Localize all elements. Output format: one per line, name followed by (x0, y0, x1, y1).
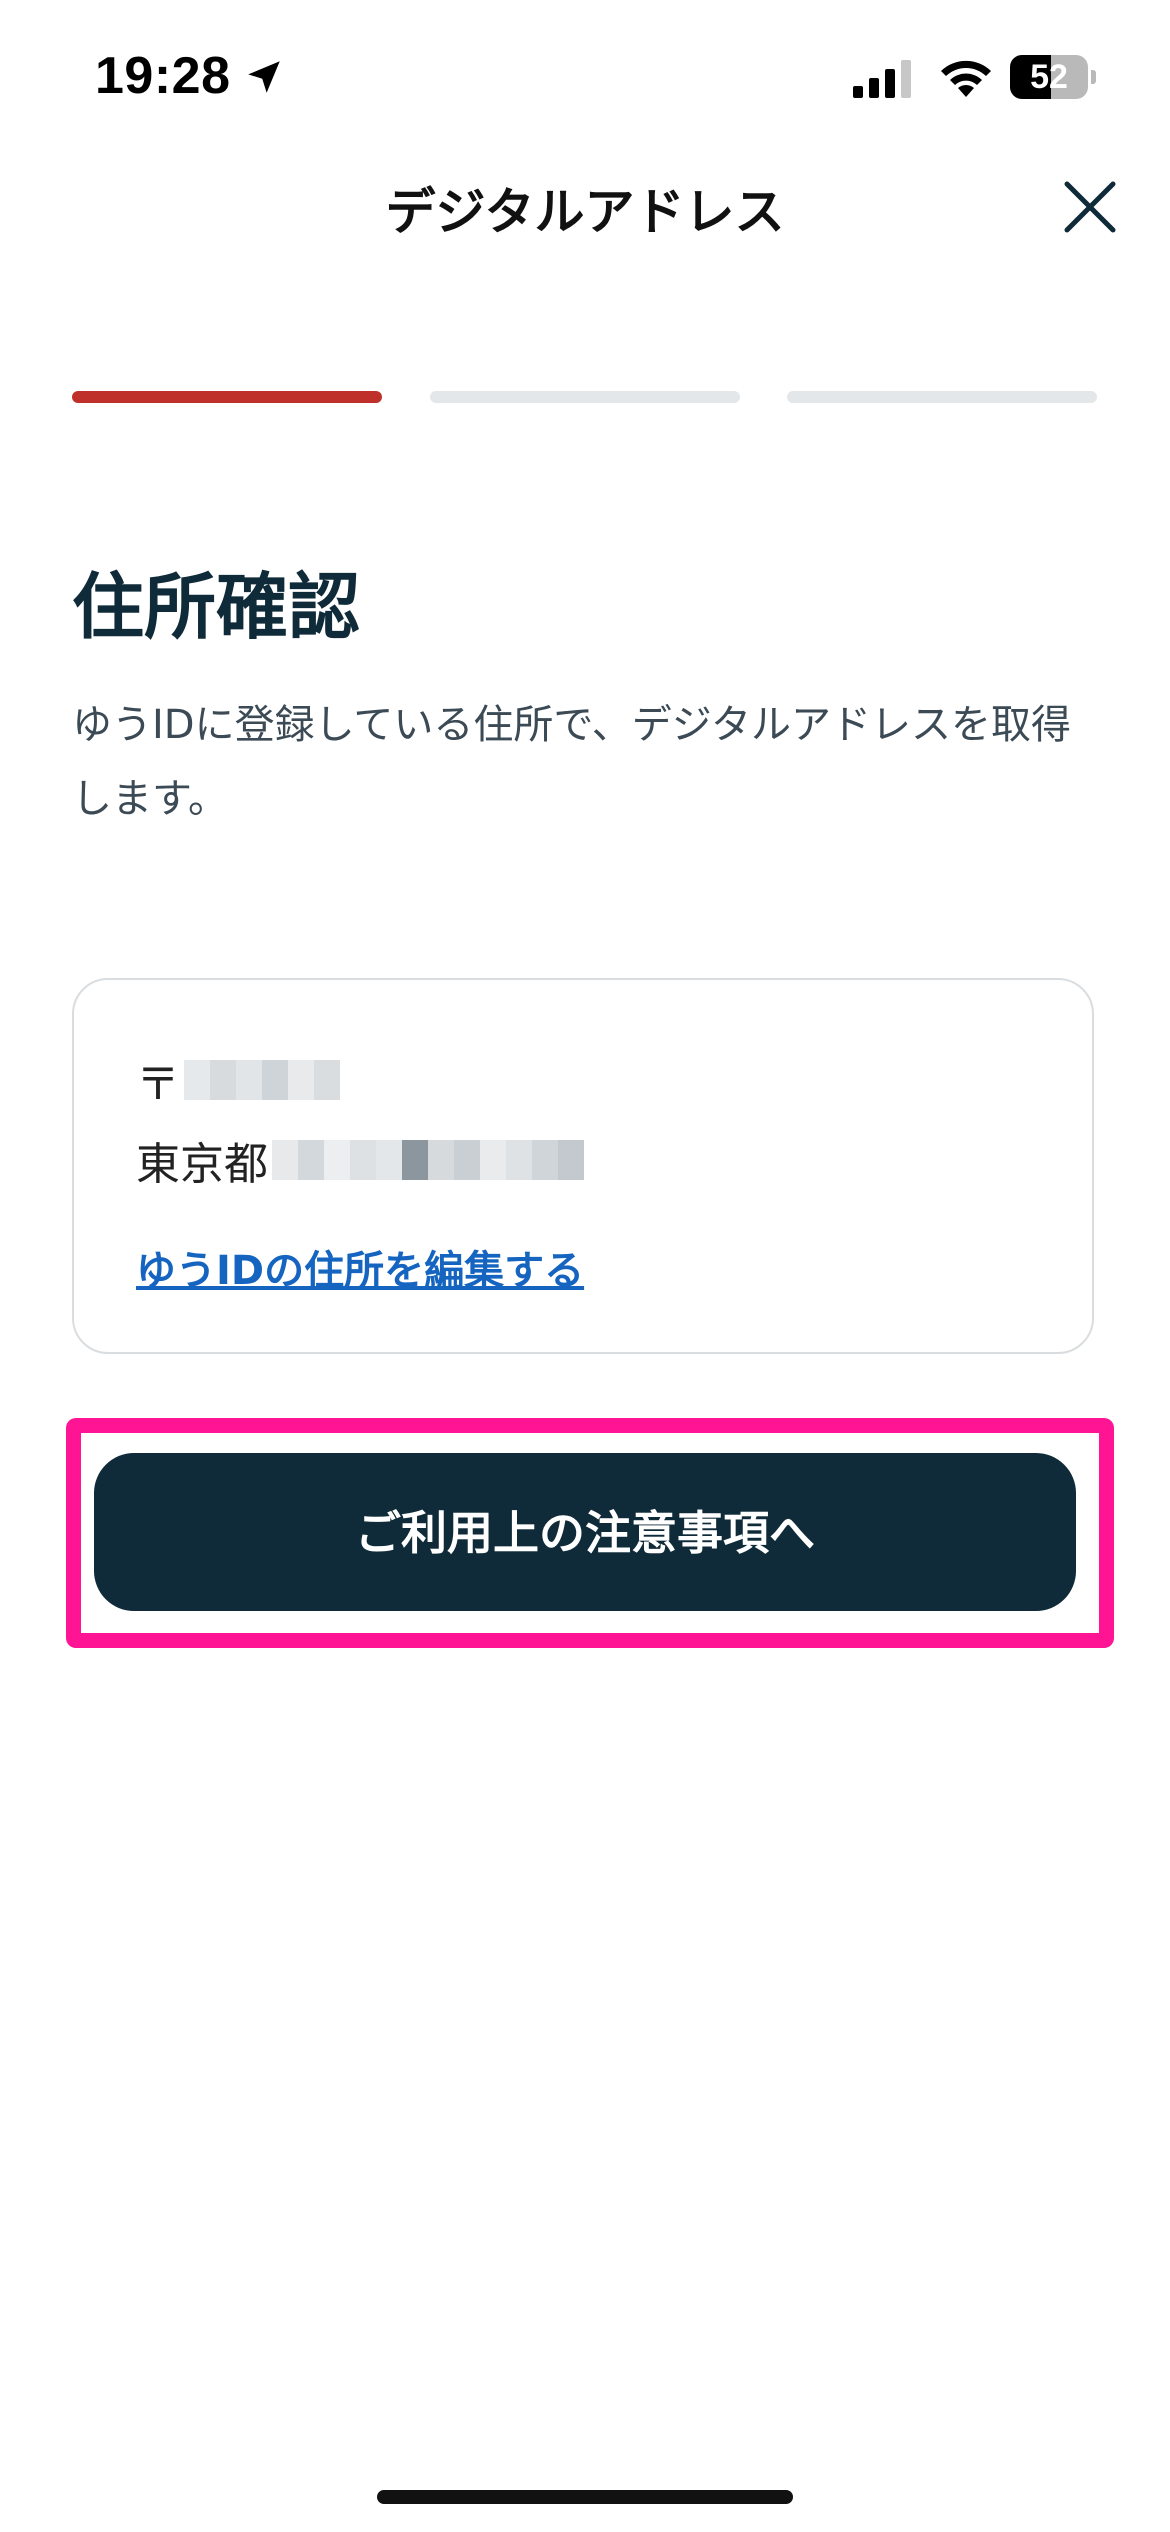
status-bar: 19:28 52 (0, 0, 1170, 150)
page-title: デジタルアドレス (385, 183, 785, 241)
wifi-icon (941, 60, 991, 97)
step-indicator-2 (430, 391, 740, 403)
close-icon[interactable] (1055, 172, 1125, 242)
location-arrow-icon (248, 61, 280, 93)
address-row: 東京都 (136, 1130, 584, 1190)
cellular-signal-icon (853, 60, 911, 98)
edit-address-link[interactable]: ゆうIDの住所を編集する (136, 1238, 584, 1296)
description-text: ゆうIDに登録している住所で、デジタルアドレスを取得します。 (72, 702, 1071, 822)
battery-icon: 52 (1010, 55, 1096, 99)
postal-code-redacted (184, 1060, 340, 1100)
address-redacted (272, 1140, 584, 1180)
home-indicator (377, 2490, 793, 2504)
proceed-to-terms-button[interactable]: ご利用上の注意事項へ (94, 1453, 1076, 1611)
status-time: 19:28 (95, 47, 231, 105)
postal-code-row: 〒 (136, 1052, 340, 1110)
battery-level: 52 (1030, 58, 1068, 96)
address-card: 〒 東京都 ゆうIDの住所を編集する (72, 978, 1094, 1354)
step-indicator-1 (72, 391, 382, 403)
step-indicator-3 (787, 391, 1097, 403)
section-heading: 住所確認 (72, 565, 361, 649)
postal-symbol: 〒 (136, 1059, 180, 1110)
prefecture-text: 東京都 (136, 1139, 268, 1190)
